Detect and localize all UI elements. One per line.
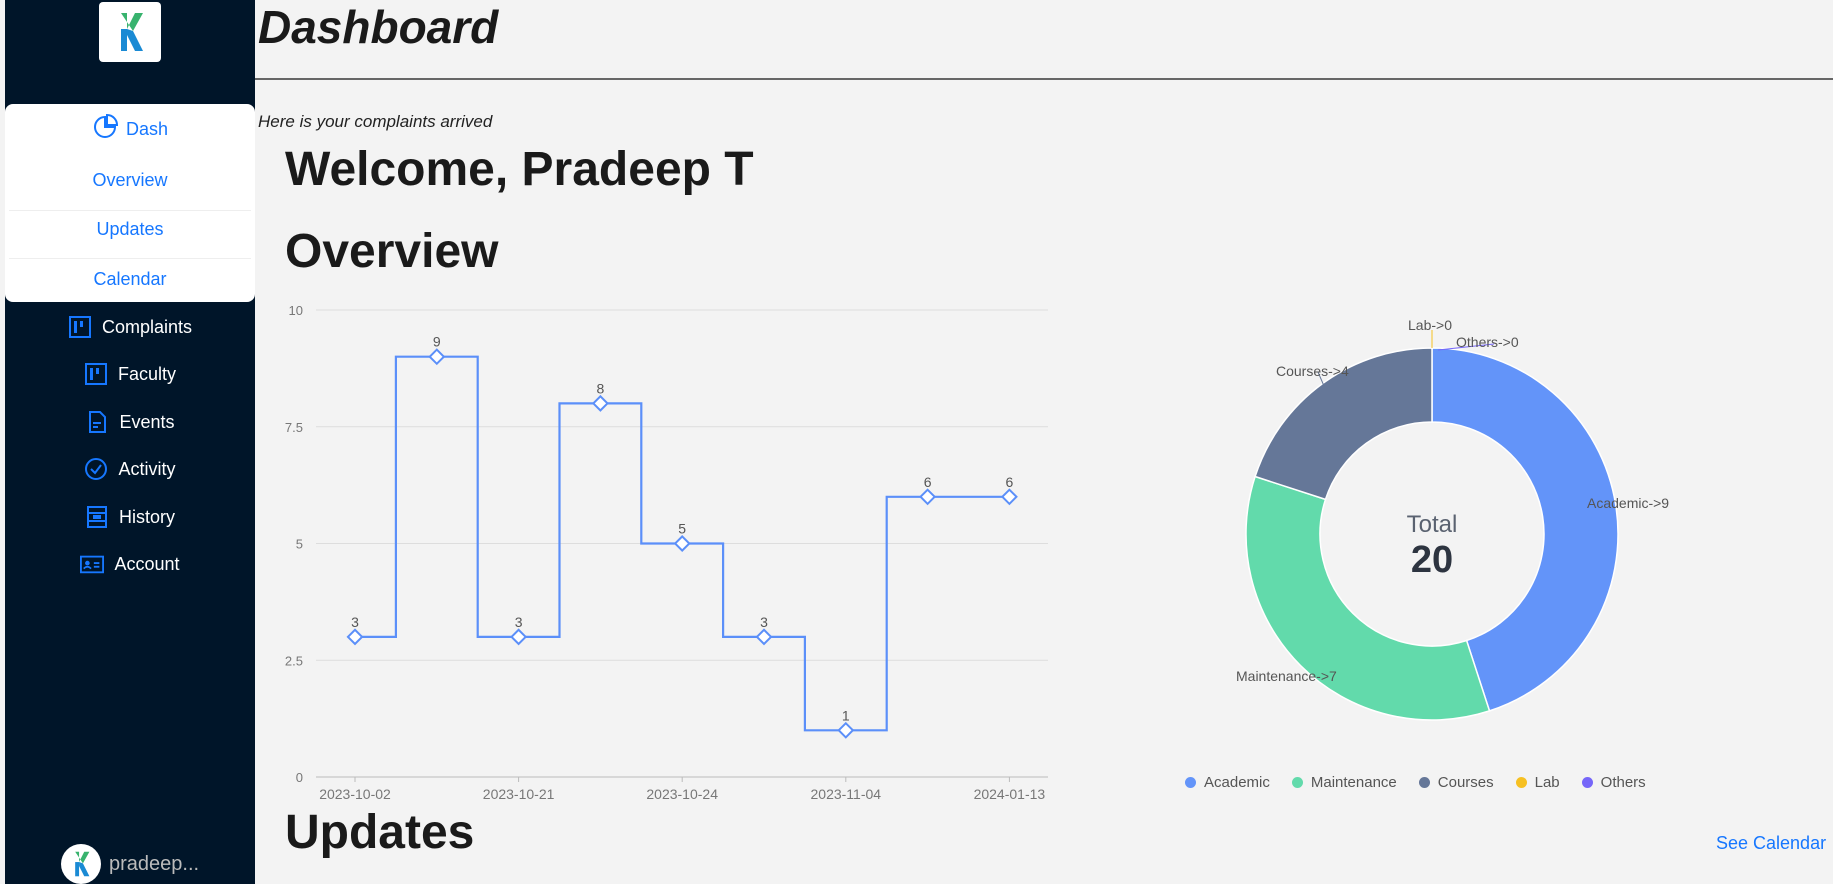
legend-item[interactable]: Academic <box>1185 774 1270 791</box>
pie-center-value: 20 <box>1411 539 1453 581</box>
legend-label: Academic <box>1204 774 1270 791</box>
x-tick-label: 2023-10-21 <box>483 786 555 802</box>
y-tick-label: 7.5 <box>285 420 303 435</box>
legend-marker <box>1418 777 1430 788</box>
legend-item[interactable]: Courses <box>1418 774 1494 791</box>
pie-center-label: Total <box>1407 511 1458 538</box>
legend-marker <box>1291 777 1303 788</box>
legend-label: Others <box>1600 774 1646 791</box>
data-point <box>428 348 446 366</box>
data-point <box>919 488 937 506</box>
pie-slice-label: Maintenance->7 <box>1236 668 1337 684</box>
legend-item[interactable]: Others <box>1581 774 1646 791</box>
app-root: Dash Overview Updates Calendar Complaint… <box>0 0 1833 884</box>
legend-label: Lab <box>1534 774 1560 791</box>
data-point <box>673 535 691 552</box>
updates-heading: Updates <box>285 806 475 859</box>
x-tick-label: 2024-01-13 <box>974 786 1046 802</box>
x-tick-label: 2023-10-24 <box>646 786 718 802</box>
legend-item[interactable]: Maintenance <box>1291 774 1397 791</box>
charts-canvas: 0 2.5 5 7.5 10 2023-10-02 2023-10-21 2023-10-24… <box>285 303 1669 802</box>
x-tick-label: 2023-10-02 <box>319 786 391 802</box>
legend-item[interactable]: Lab <box>1515 774 1560 791</box>
data-point <box>755 628 773 646</box>
data-label: 9 <box>433 334 441 350</box>
pie-slice-label: Academic->9 <box>1587 495 1669 511</box>
data-point <box>591 394 609 412</box>
pie-slice-label: Lab->0 <box>1408 317 1452 333</box>
data-point <box>1000 488 1018 506</box>
legend-marker <box>1515 777 1527 788</box>
data-point <box>510 628 528 646</box>
pie-slice-label: Courses->4 <box>1276 363 1349 379</box>
data-label: 6 <box>924 474 932 490</box>
x-tick-label: 2023-11-04 <box>811 786 882 802</box>
pie-legend: Academic Maintenance Courses Lab Others <box>1185 774 1646 791</box>
y-tick-label: 0 <box>296 770 303 785</box>
data-point <box>837 721 855 739</box>
data-label: 3 <box>760 614 768 630</box>
pie-slice-label: Others->0 <box>1456 334 1519 350</box>
data-label: 5 <box>678 521 686 537</box>
data-label: 3 <box>351 614 359 630</box>
y-tick-label: 2.5 <box>285 653 303 668</box>
data-point <box>346 628 364 646</box>
legend-marker <box>1185 777 1196 788</box>
see-calendar-link[interactable]: See Calendar <box>1716 833 1826 854</box>
data-label: 6 <box>1006 474 1014 490</box>
y-tick-label: 5 <box>296 537 303 552</box>
data-label: 8 <box>597 380 605 396</box>
legend-label: Courses <box>1437 774 1494 791</box>
legend-marker <box>1581 777 1593 788</box>
data-label: 3 <box>515 614 523 630</box>
y-tick-label: 10 <box>289 303 303 318</box>
legend-label: Maintenance <box>1310 774 1397 791</box>
data-label: 1 <box>842 707 850 723</box>
